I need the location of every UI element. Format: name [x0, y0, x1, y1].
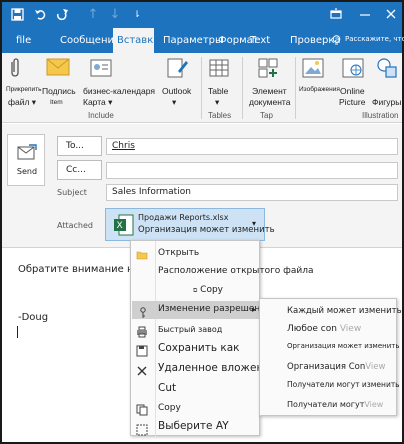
close-icon[interactable] — [384, 8, 398, 22]
submenu-org-view[interactable]: Организация ConView — [287, 362, 385, 372]
picture-icon[interactable] — [302, 58, 324, 83]
cc-button[interactable]: Cc... — [57, 160, 102, 180]
online-label[interactable]: Online — [340, 86, 365, 96]
menu-save-as[interactable]: Сохранить как — [158, 342, 240, 354]
excel-icon: X — [114, 214, 134, 240]
to-recipient[interactable]: Chris — [112, 141, 135, 151]
submenu-anyone-edit[interactable]: Каждый может изменить — [287, 306, 402, 316]
document-label[interactable]: документа — [249, 97, 290, 107]
customize-icon[interactable]: ⇂ — [130, 8, 144, 22]
images-label[interactable]: Изображения — [299, 86, 340, 94]
restore-icon[interactable] — [329, 8, 343, 22]
table-dropdown-caret[interactable]: ▾ — [215, 97, 219, 107]
copy-small-icon: ⧉ — [193, 287, 198, 294]
submenu-recipients-view[interactable]: Получатели могутView — [287, 400, 383, 409]
picture-label[interactable]: Picture — [339, 97, 365, 107]
text-cursor — [17, 326, 18, 338]
envelope-icon[interactable] — [46, 58, 70, 81]
outlook-item-icon[interactable] — [166, 57, 188, 86]
permissions-submenu: Каждый может изменить Любое con View Орг… — [259, 298, 402, 416]
body-signature[interactable]: -Doug — [18, 312, 48, 323]
subject-field[interactable]: Sales Information — [106, 184, 398, 201]
send-label: Send — [16, 167, 38, 176]
cc-field[interactable] — [106, 162, 398, 179]
group-illustrations-label: Illustration — [362, 111, 399, 120]
folder-open-icon — [136, 246, 148, 260]
subject-label: Subject — [57, 188, 87, 197]
ribbon-tabs: file Сообщение Вставка Параметры Формат … — [2, 28, 404, 53]
business-card-dropdown[interactable]: Карта ▾ — [83, 97, 112, 107]
chevron-down-icon[interactable]: ▾ — [252, 219, 256, 228]
minimize-icon[interactable] — [358, 8, 372, 22]
to-button[interactable]: To... — [57, 136, 102, 156]
select-all-icon — [136, 421, 148, 436]
group-tap-label: Tap — [260, 111, 273, 120]
ribbon: Прикрепить файл ▾ Подпись Item бизнес-ка… — [2, 53, 404, 123]
submenu-anyone-view[interactable]: Любое con View — [287, 324, 361, 334]
element-label[interactable]: Элемент — [252, 86, 287, 96]
arrow-down-icon[interactable]: ↓ — [108, 8, 122, 22]
submenu-org-edit[interactable]: Организация может изменить — [287, 342, 399, 350]
attachment-chip[interactable]: X Продажи Reports.xlsx Организация может… — [105, 208, 275, 241]
send-button[interactable]: Send — [7, 134, 45, 186]
document-item-icon[interactable] — [257, 57, 279, 84]
business-card-icon[interactable] — [90, 59, 112, 82]
redo-icon[interactable] — [54, 8, 68, 22]
tab-text[interactable]: Text — [246, 28, 274, 53]
attachment-context-menu: Открыть Расположение открытого файла ⧉ C… — [130, 240, 314, 437]
printer-icon — [136, 323, 148, 338]
menu-quick-print[interactable]: Быстрый завод — [158, 325, 222, 334]
lightbulb-icon — [332, 35, 341, 46]
group-tables-label: Tables — [208, 111, 232, 120]
menu-copy-small[interactable]: ⧉ Copy — [193, 285, 223, 295]
key-icon — [137, 304, 149, 318]
attached-label: Attached — [57, 221, 93, 230]
menu-select-all[interactable]: Выберите AY — [158, 420, 229, 432]
table-icon[interactable] — [209, 59, 229, 82]
undo-icon[interactable] — [33, 8, 47, 22]
shapes-dropdown[interactable]: Фигуры ▾ — [372, 97, 404, 107]
save-as-icon — [136, 342, 148, 357]
chevron-right-icon: ▸ — [252, 305, 257, 314]
svg-text:X: X — [117, 221, 123, 231]
body-line-1[interactable]: Обратите внимание на — [18, 264, 140, 275]
ribbon-separator — [295, 57, 296, 119]
online-picture-icon[interactable] — [342, 58, 364, 83]
tab-file[interactable]: file — [12, 28, 35, 53]
tell-me-input[interactable]: Расскажите, что — [345, 35, 404, 43]
outlook-label[interactable]: Outlook — [162, 86, 191, 96]
ribbon-separator — [242, 57, 243, 119]
business-card-label[interactable]: бизнес-календаря — [83, 86, 155, 96]
menu-gutter — [155, 241, 156, 437]
table-label[interactable]: Table — [208, 86, 228, 96]
outlook-dropdown-caret[interactable]: ▾ — [172, 97, 176, 107]
attach-file-dropdown[interactable]: файл ▾ — [8, 97, 36, 107]
tab-insert[interactable]: Вставка — [113, 28, 159, 53]
paperclip-icon[interactable] — [8, 57, 22, 84]
attachment-name: Продажи Reports.xlsx — [138, 213, 229, 222]
group-include-label: Include — [88, 111, 114, 120]
title-bar: ↑ ↓ ⇂ — [2, 2, 402, 28]
save-icon[interactable] — [10, 8, 24, 22]
shapes-icon[interactable] — [376, 57, 398, 84]
menu-open-file-location[interactable]: Расположение открытого файла — [158, 266, 314, 276]
submenu-recipients-edit[interactable]: Получатели могут изменить — [287, 380, 400, 389]
signature-label[interactable]: Подпись — [42, 86, 76, 96]
menu-open[interactable]: Открыть — [158, 248, 199, 258]
arrow-up-icon[interactable]: ↑ — [86, 8, 100, 22]
item-label[interactable]: Item — [50, 99, 63, 107]
menu-cut[interactable]: Cut — [158, 382, 176, 394]
menu-copy[interactable]: Copy — [158, 403, 181, 413]
to-field[interactable]: Chris — [106, 138, 398, 155]
attach-file-label[interactable]: Прикрепить — [6, 86, 42, 94]
remove-icon — [136, 362, 148, 376]
ribbon-separator — [201, 57, 202, 119]
send-icon — [17, 144, 37, 164]
copy-icon — [136, 401, 148, 416]
